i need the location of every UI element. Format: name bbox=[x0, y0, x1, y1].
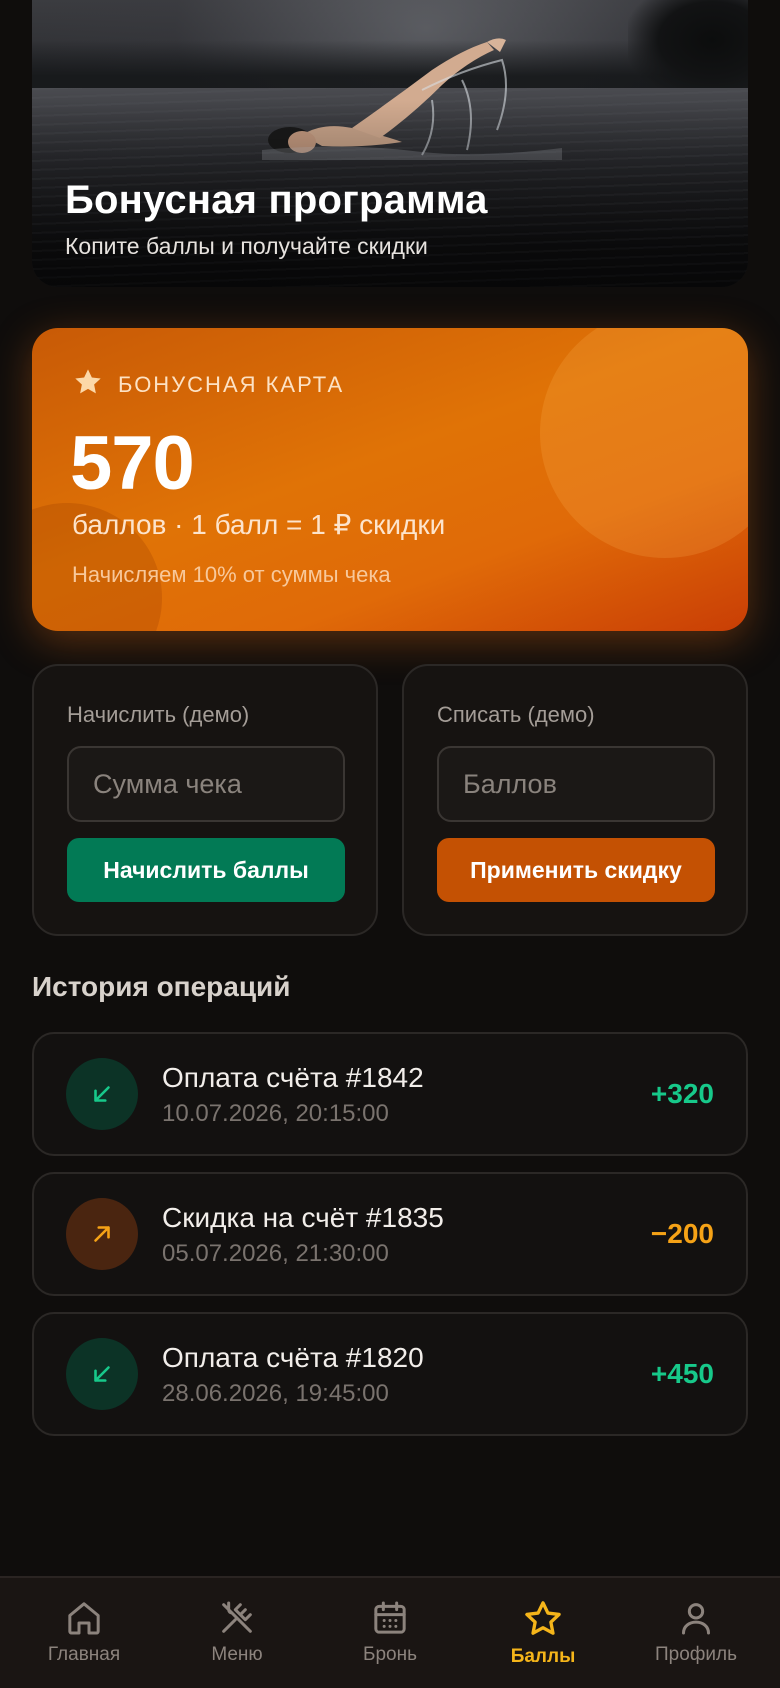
arrow-up-right-icon bbox=[66, 1198, 138, 1270]
check-amount-input[interactable] bbox=[67, 746, 345, 822]
apply-discount-button[interactable]: Применить скидку bbox=[437, 838, 715, 902]
operation-date: 05.07.2026, 21:30:00 bbox=[162, 1240, 389, 1267]
operation-title: Оплата счёта #1820 bbox=[162, 1342, 424, 1373]
redeem-panel-title: Списать (демо) bbox=[437, 702, 595, 727]
accrue-panel: Начислить (демо) Начислить баллы bbox=[32, 664, 378, 936]
accrual-note: Начисляем 10% от суммы чека bbox=[72, 562, 391, 587]
points-amount-input[interactable] bbox=[437, 746, 715, 822]
nav-label: Меню bbox=[211, 1644, 263, 1665]
home-icon bbox=[68, 1602, 100, 1635]
nav-label: Профиль bbox=[654, 1644, 738, 1665]
nav-item-profile[interactable]: Профиль bbox=[618, 1578, 774, 1688]
list-item[interactable]: Скидка на счёт #1835 05.07.2026, 21:30:0… bbox=[32, 1172, 748, 1296]
redeem-panel: Списать (демо) Применить скидку bbox=[402, 664, 748, 936]
nav-item-points[interactable]: Баллы bbox=[465, 1578, 621, 1688]
accrue-points-button[interactable]: Начислить баллы bbox=[67, 838, 345, 902]
page-subtitle: Копите баллы и получайте скидки bbox=[65, 233, 428, 259]
nav-label: Главная bbox=[47, 1644, 121, 1665]
operation-title: Оплата счёта #1842 bbox=[162, 1062, 424, 1093]
card-label-row: БОНУСНАЯ КАРТА bbox=[72, 366, 344, 403]
page-title: Бонусная программа bbox=[65, 178, 488, 222]
points-balance: 570 bbox=[70, 421, 195, 506]
points-rate: баллов · 1 балл = 1 ₽ скидки bbox=[72, 509, 446, 540]
utensils-icon bbox=[222, 1601, 252, 1633]
calendar-icon bbox=[374, 1601, 406, 1634]
nav-label: Бронь bbox=[363, 1644, 417, 1665]
bonus-card: БОНУСНАЯ КАРТА 570 баллов · 1 балл = 1 ₽… bbox=[32, 328, 748, 631]
operation-date: 10.07.2026, 20:15:00 bbox=[162, 1100, 389, 1127]
nav-item-booking[interactable]: Бронь bbox=[312, 1578, 468, 1688]
nav-item-home[interactable]: Главная bbox=[6, 1578, 162, 1688]
history-title: История операций bbox=[32, 971, 291, 1002]
list-item[interactable]: Оплата счёта #1842 10.07.2026, 20:15:00 … bbox=[32, 1032, 748, 1156]
star-icon bbox=[72, 366, 104, 403]
card-label: БОНУСНАЯ КАРТА bbox=[118, 371, 345, 397]
arrow-down-left-icon bbox=[66, 1058, 138, 1130]
bottom-nav: Главная Меню Бронь Баллы Профиль bbox=[0, 1576, 780, 1688]
operation-amount: −200 bbox=[650, 1218, 714, 1249]
list-item[interactable]: Оплата счёта #1820 28.06.2026, 19:45:00 … bbox=[32, 1312, 748, 1436]
accrue-panel-title: Начислить (демо) bbox=[67, 702, 250, 727]
operation-date: 28.06.2026, 19:45:00 bbox=[162, 1380, 389, 1407]
operation-amount: +320 bbox=[650, 1078, 714, 1109]
hero-banner: Бонусная программа Копите баллы и получа… bbox=[32, 0, 748, 287]
card-decor-circle bbox=[540, 328, 748, 558]
arrow-down-left-icon bbox=[66, 1338, 138, 1410]
star-icon bbox=[525, 1601, 561, 1635]
user-icon bbox=[682, 1603, 710, 1635]
nav-item-menu[interactable]: Меню bbox=[159, 1578, 315, 1688]
operation-amount: +450 bbox=[650, 1358, 714, 1389]
operation-title: Скидка на счёт #1835 bbox=[162, 1202, 444, 1233]
nav-label: Баллы bbox=[510, 1646, 576, 1667]
